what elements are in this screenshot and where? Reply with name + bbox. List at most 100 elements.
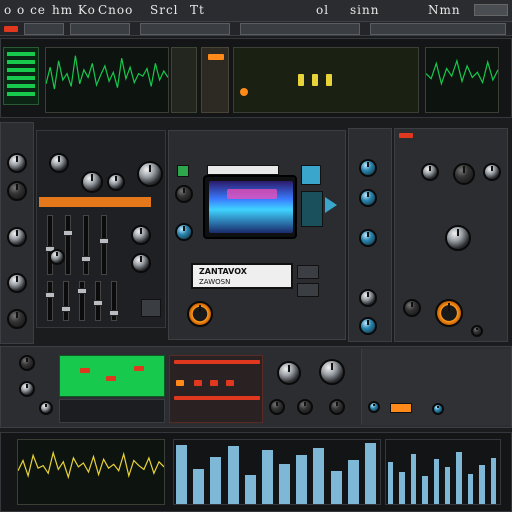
fader-4[interactable] — [99, 215, 109, 275]
seq-step-4[interactable] — [240, 88, 248, 96]
lower-teal-knob-2[interactable] — [432, 403, 444, 415]
screen-bezel — [203, 175, 297, 239]
toolbar-tab-5[interactable] — [370, 23, 506, 35]
osc-knob-4[interactable] — [137, 161, 163, 187]
center-small-button-2[interactable] — [297, 283, 319, 297]
oscilloscope-left[interactable] — [45, 47, 169, 113]
menu-label-7[interactable]: Nmn — [428, 3, 461, 17]
menu-label-4[interactable]: Tt — [190, 3, 205, 17]
mid-meter-bank[interactable] — [173, 439, 381, 505]
mix-fader-1[interactable] — [45, 281, 55, 321]
env-knob-3[interactable] — [49, 249, 65, 265]
orange-main-knob[interactable] — [187, 301, 213, 327]
fader-3[interactable] — [81, 215, 91, 275]
screen-side-button-2[interactable] — [301, 191, 323, 227]
filter-knob-1[interactable] — [421, 163, 439, 181]
filter-knob-4[interactable] — [445, 225, 471, 251]
right-knob-4[interactable] — [359, 289, 377, 307]
right-knob-3[interactable] — [359, 229, 377, 247]
preset-screen[interactable] — [209, 181, 293, 233]
left-knob-4[interactable] — [7, 273, 27, 293]
osc-knob-2[interactable] — [81, 171, 103, 193]
meter-bar — [313, 447, 325, 504]
module-strip-b[interactable] — [201, 47, 229, 113]
fader-1[interactable] — [45, 215, 55, 275]
filter-knob-6[interactable] — [471, 325, 483, 337]
filter-knob-2[interactable] — [453, 163, 475, 185]
track-list-display[interactable] — [3, 47, 39, 105]
env-knob-2[interactable] — [131, 253, 151, 273]
screen-pink-highlight — [227, 189, 277, 199]
lower-knob-2[interactable] — [19, 381, 35, 397]
bottom-waveform[interactable] — [17, 439, 165, 505]
lower-big-knob-2[interactable] — [319, 359, 345, 385]
lower-teal-knob[interactable] — [368, 401, 380, 413]
menu-label-3[interactable]: Srcl — [150, 3, 179, 17]
seq-step-1[interactable] — [298, 74, 304, 86]
arrow-icon[interactable] — [325, 197, 337, 213]
green-mode-button[interactable] — [177, 165, 189, 177]
menu-label-5[interactable]: ol — [316, 3, 329, 17]
red-module-led-2 — [176, 380, 184, 386]
green-sequencer-lcd[interactable] — [59, 355, 165, 397]
center-cluster: ZANTAVOX ZAWOSN — [168, 130, 346, 340]
window-controls[interactable] — [474, 4, 508, 16]
lcd-bottom-label: ZAWOSN — [199, 278, 231, 286]
right-knob-2[interactable] — [359, 189, 377, 207]
toolbar-tab-3[interactable] — [140, 23, 230, 35]
step-sequencer-display[interactable] — [233, 47, 419, 113]
lower-knob-5[interactable] — [297, 399, 313, 415]
teal-knob[interactable] — [175, 223, 193, 241]
record-indicator[interactable] — [4, 26, 18, 32]
orange-parameter-strip[interactable] — [39, 197, 151, 207]
left-knob-1[interactable] — [7, 153, 27, 173]
left-knob-5[interactable] — [7, 309, 27, 329]
green-lcd-fader-strip[interactable] — [59, 399, 165, 423]
menu-label-0[interactable]: o o ce — [4, 3, 46, 17]
meter-bar — [422, 475, 428, 504]
menu-label-1[interactable]: hm Ko — [52, 3, 96, 17]
screen-side-button-1[interactable] — [301, 165, 321, 185]
oscilloscope-right-wave — [426, 58, 498, 86]
lower-knob-6[interactable] — [329, 399, 345, 415]
right-knob-1[interactable] — [359, 159, 377, 177]
lower-knob-3[interactable] — [39, 401, 53, 415]
mix-fader-5[interactable] — [109, 281, 119, 321]
menu-label-2[interactable]: Cnoo — [98, 3, 133, 17]
left-knob-2[interactable] — [7, 181, 27, 201]
toolbar-tab-2[interactable] — [70, 23, 130, 35]
seq-step-2[interactable] — [312, 74, 318, 86]
mix-fader-3[interactable] — [77, 281, 87, 321]
filter-knob-5[interactable] — [403, 299, 421, 317]
green-knob[interactable] — [175, 185, 193, 203]
filter-knob-3[interactable] — [483, 163, 501, 181]
red-module-led-3 — [194, 380, 202, 386]
fader-2[interactable] — [63, 215, 73, 275]
toolbar-tab-1[interactable] — [24, 23, 64, 35]
env-knob-1[interactable] — [131, 225, 151, 245]
right-knob-5[interactable] — [359, 317, 377, 335]
seq-step-3[interactable] — [326, 74, 332, 86]
lower-knob-1[interactable] — [19, 355, 35, 371]
osc-knob-1[interactable] — [49, 153, 69, 173]
mix-fader-2[interactable] — [61, 281, 71, 321]
menu-label-6[interactable]: sinn — [350, 3, 379, 17]
toolbar-tab-4[interactable] — [240, 23, 360, 35]
lower-knob-4[interactable] — [269, 399, 285, 415]
center-small-button-1[interactable] — [297, 265, 319, 279]
lower-orange-button[interactable] — [390, 403, 412, 413]
lower-big-knob-1[interactable] — [277, 361, 301, 385]
left-knob-3[interactable] — [7, 227, 27, 247]
filter-orange-knob[interactable] — [435, 299, 463, 327]
scopeR-trace — [426, 58, 498, 86]
red-module[interactable] — [169, 355, 263, 423]
screen-button-top[interactable] — [207, 165, 279, 175]
module-strip-a[interactable] — [171, 47, 197, 113]
lcd-label-panel[interactable]: ZANTAVOX ZAWOSN — [191, 263, 293, 289]
mix-button[interactable] — [141, 299, 161, 317]
mix-fader-4[interactable] — [93, 281, 103, 321]
osc-knob-3[interactable] — [107, 173, 125, 191]
oscilloscope-right[interactable] — [425, 47, 499, 113]
meter-bar — [364, 443, 376, 504]
right-meter-bank[interactable] — [385, 439, 501, 505]
